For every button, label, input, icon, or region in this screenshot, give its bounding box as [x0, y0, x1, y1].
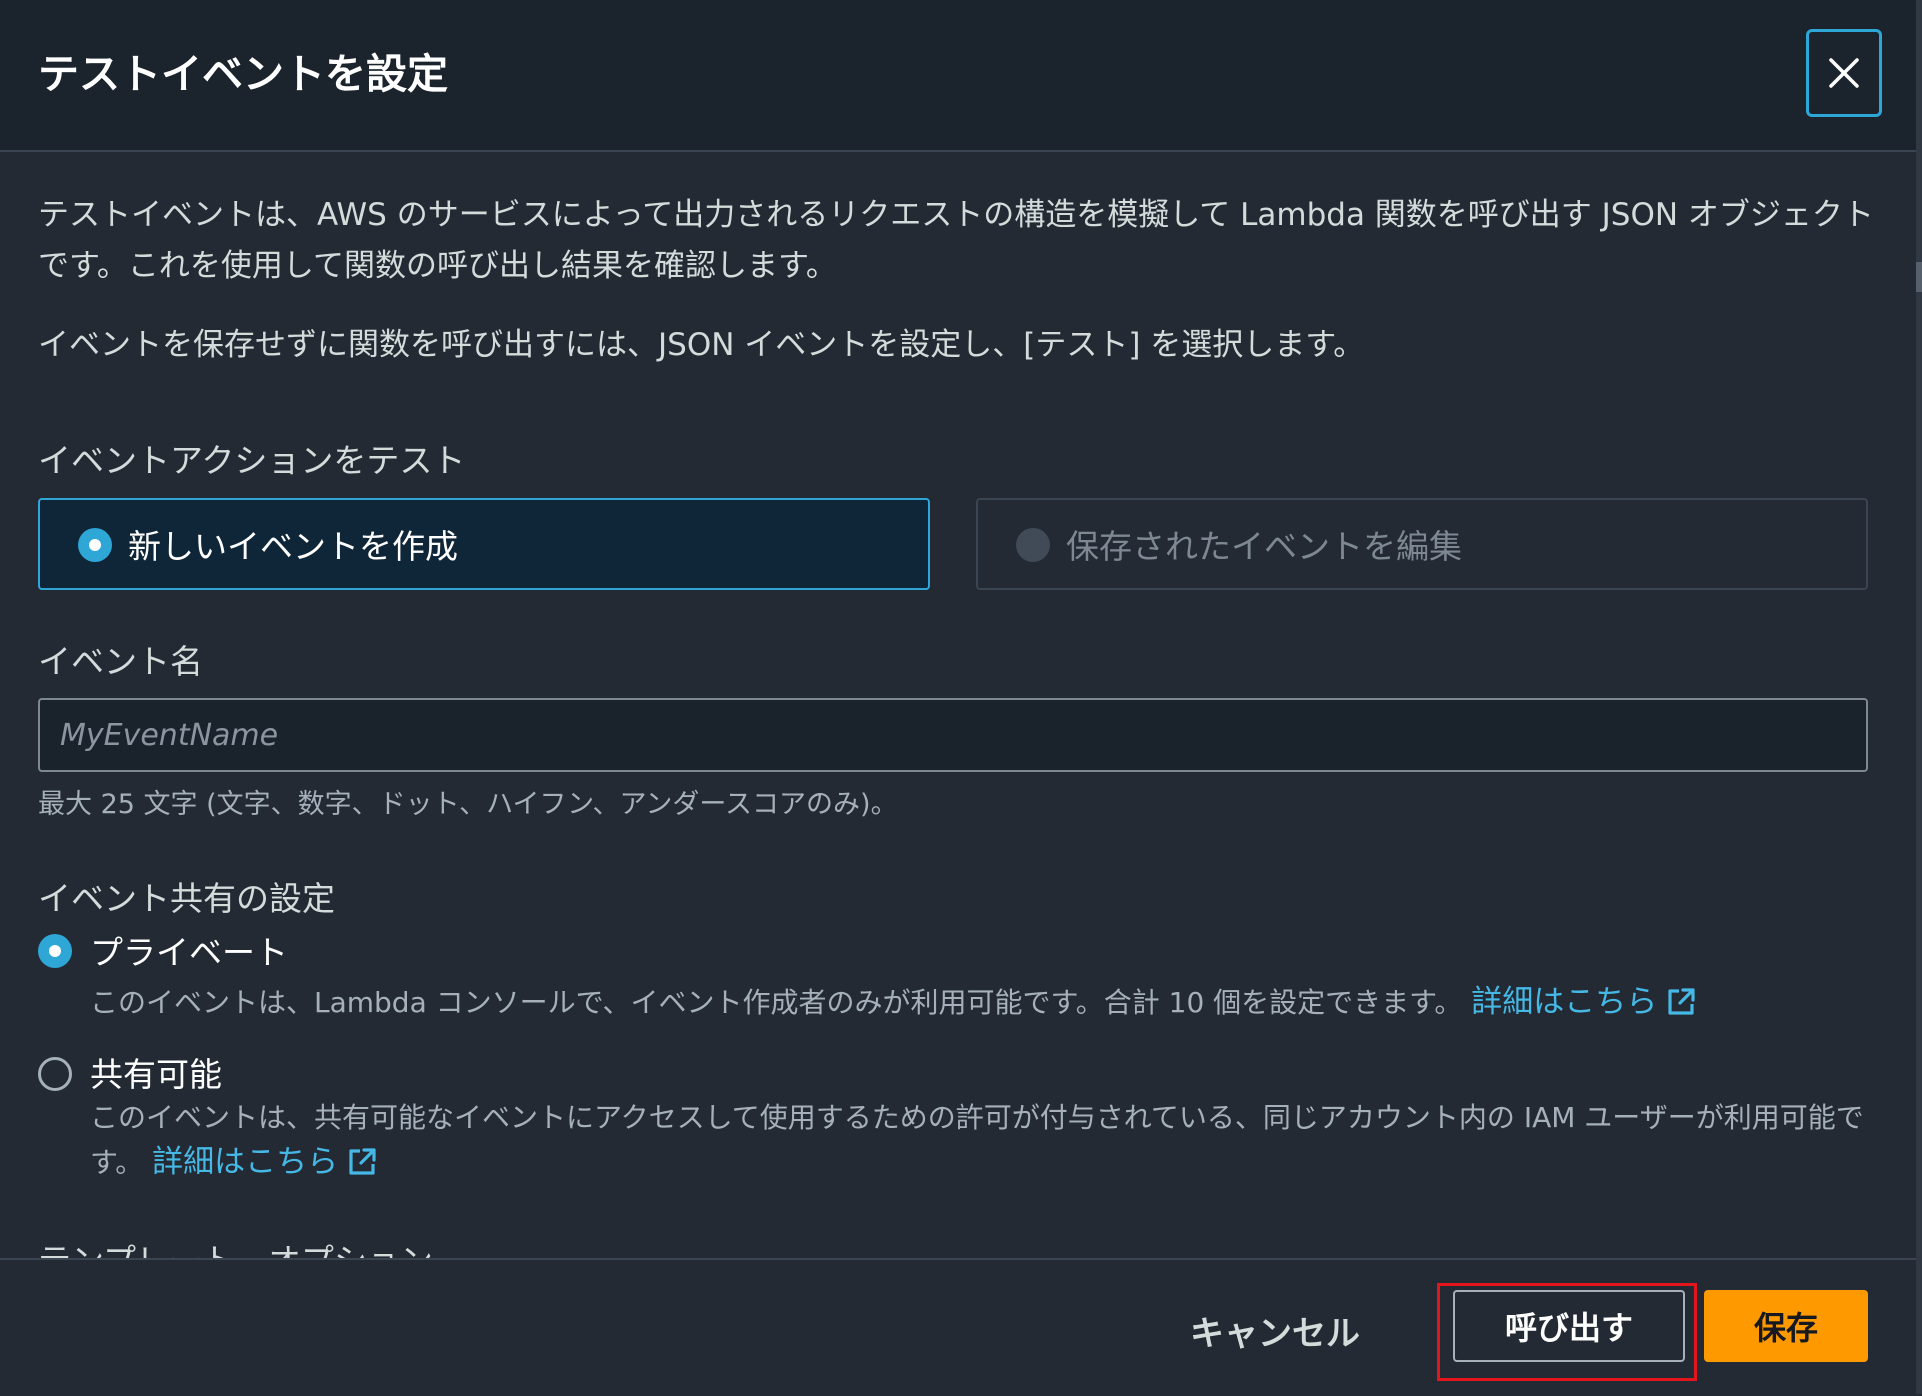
sharing-settings-label: イベント共有の設定 — [38, 879, 335, 918]
close-button[interactable] — [1806, 29, 1882, 117]
event-name-hint: 最大 25 文字 (文字、数字、ドット、ハイフン、アンダースコアのみ)。 — [38, 789, 898, 820]
private-learn-more-text: 詳細はこちら — [1471, 984, 1658, 1020]
shareable-option-description: このイベントは、共有可能なイベントにアクセスして使用するための許可が付与されてい… — [90, 1096, 1880, 1185]
shareable-learn-more-link[interactable]: 詳細はこちら — [152, 1144, 378, 1180]
scrollbar-thumb[interactable] — [1916, 262, 1922, 292]
template-options-label: テンプレート - オプション — [38, 1234, 433, 1258]
external-link-icon — [349, 1148, 376, 1175]
private-learn-more-link[interactable]: 詳細はこちら — [1471, 984, 1697, 1020]
cancel-button[interactable]: キャンセル — [1190, 1298, 1360, 1362]
dialog-footer: キャンセル 呼び出す 保存 — [0, 1258, 1916, 1396]
external-link-icon — [1668, 988, 1695, 1015]
private-option-description: このイベントは、Lambda コンソールで、イベント作成者のみが利用可能です。合… — [90, 980, 1890, 1025]
dialog-body: テストイベントは、AWS のサービスによって出力されるリクエストの構造を模擬して… — [0, 152, 1916, 1258]
close-icon — [1829, 58, 1859, 88]
dialog-header: テストイベントを設定 — [0, 0, 1916, 152]
event-action-label: イベントアクションをテスト — [38, 441, 466, 480]
shareable-learn-more-text: 詳細はこちら — [152, 1144, 339, 1180]
test-event-dialog: テストイベントを設定 テストイベントは、AWS のサービスによって出力されるリク… — [0, 0, 1922, 1396]
intro-paragraph: テストイベントは、AWS のサービスによって出力されるリクエストの構造を模擬して… — [38, 197, 1874, 284]
event-name-label: イベント名 — [38, 642, 203, 681]
private-description-text: このイベントは、Lambda コンソールで、イベント作成者のみが利用可能です。合… — [90, 986, 1463, 1019]
create-new-event-tile[interactable]: 新しいイベントを作成 — [38, 498, 930, 590]
create-new-event-radio[interactable] — [78, 528, 112, 562]
edit-saved-event-tile: 保存されたイベントを編集 — [976, 498, 1868, 590]
shareable-option-label[interactable]: 共有可能 — [90, 1048, 222, 1096]
edit-saved-event-label: 保存されたイベントを編集 — [1066, 527, 1462, 566]
edit-saved-event-radio — [1016, 528, 1050, 562]
create-new-event-label: 新しいイベントを作成 — [128, 527, 458, 566]
intro-paragraph-invoke: イベントを保存せずに関数を呼び出すには、JSON イベントを設定し、[テスト] … — [38, 327, 1365, 363]
invoke-button[interactable]: 呼び出す — [1453, 1290, 1685, 1362]
event-name-input[interactable] — [38, 698, 1868, 772]
private-radio[interactable] — [38, 934, 72, 968]
dialog-title: テストイベントを設定 — [38, 50, 448, 98]
shareable-radio[interactable] — [38, 1057, 72, 1091]
save-button[interactable]: 保存 — [1704, 1290, 1868, 1362]
private-option-label[interactable]: プライベート — [90, 926, 288, 974]
scrollbar-track[interactable] — [1916, 0, 1922, 1394]
